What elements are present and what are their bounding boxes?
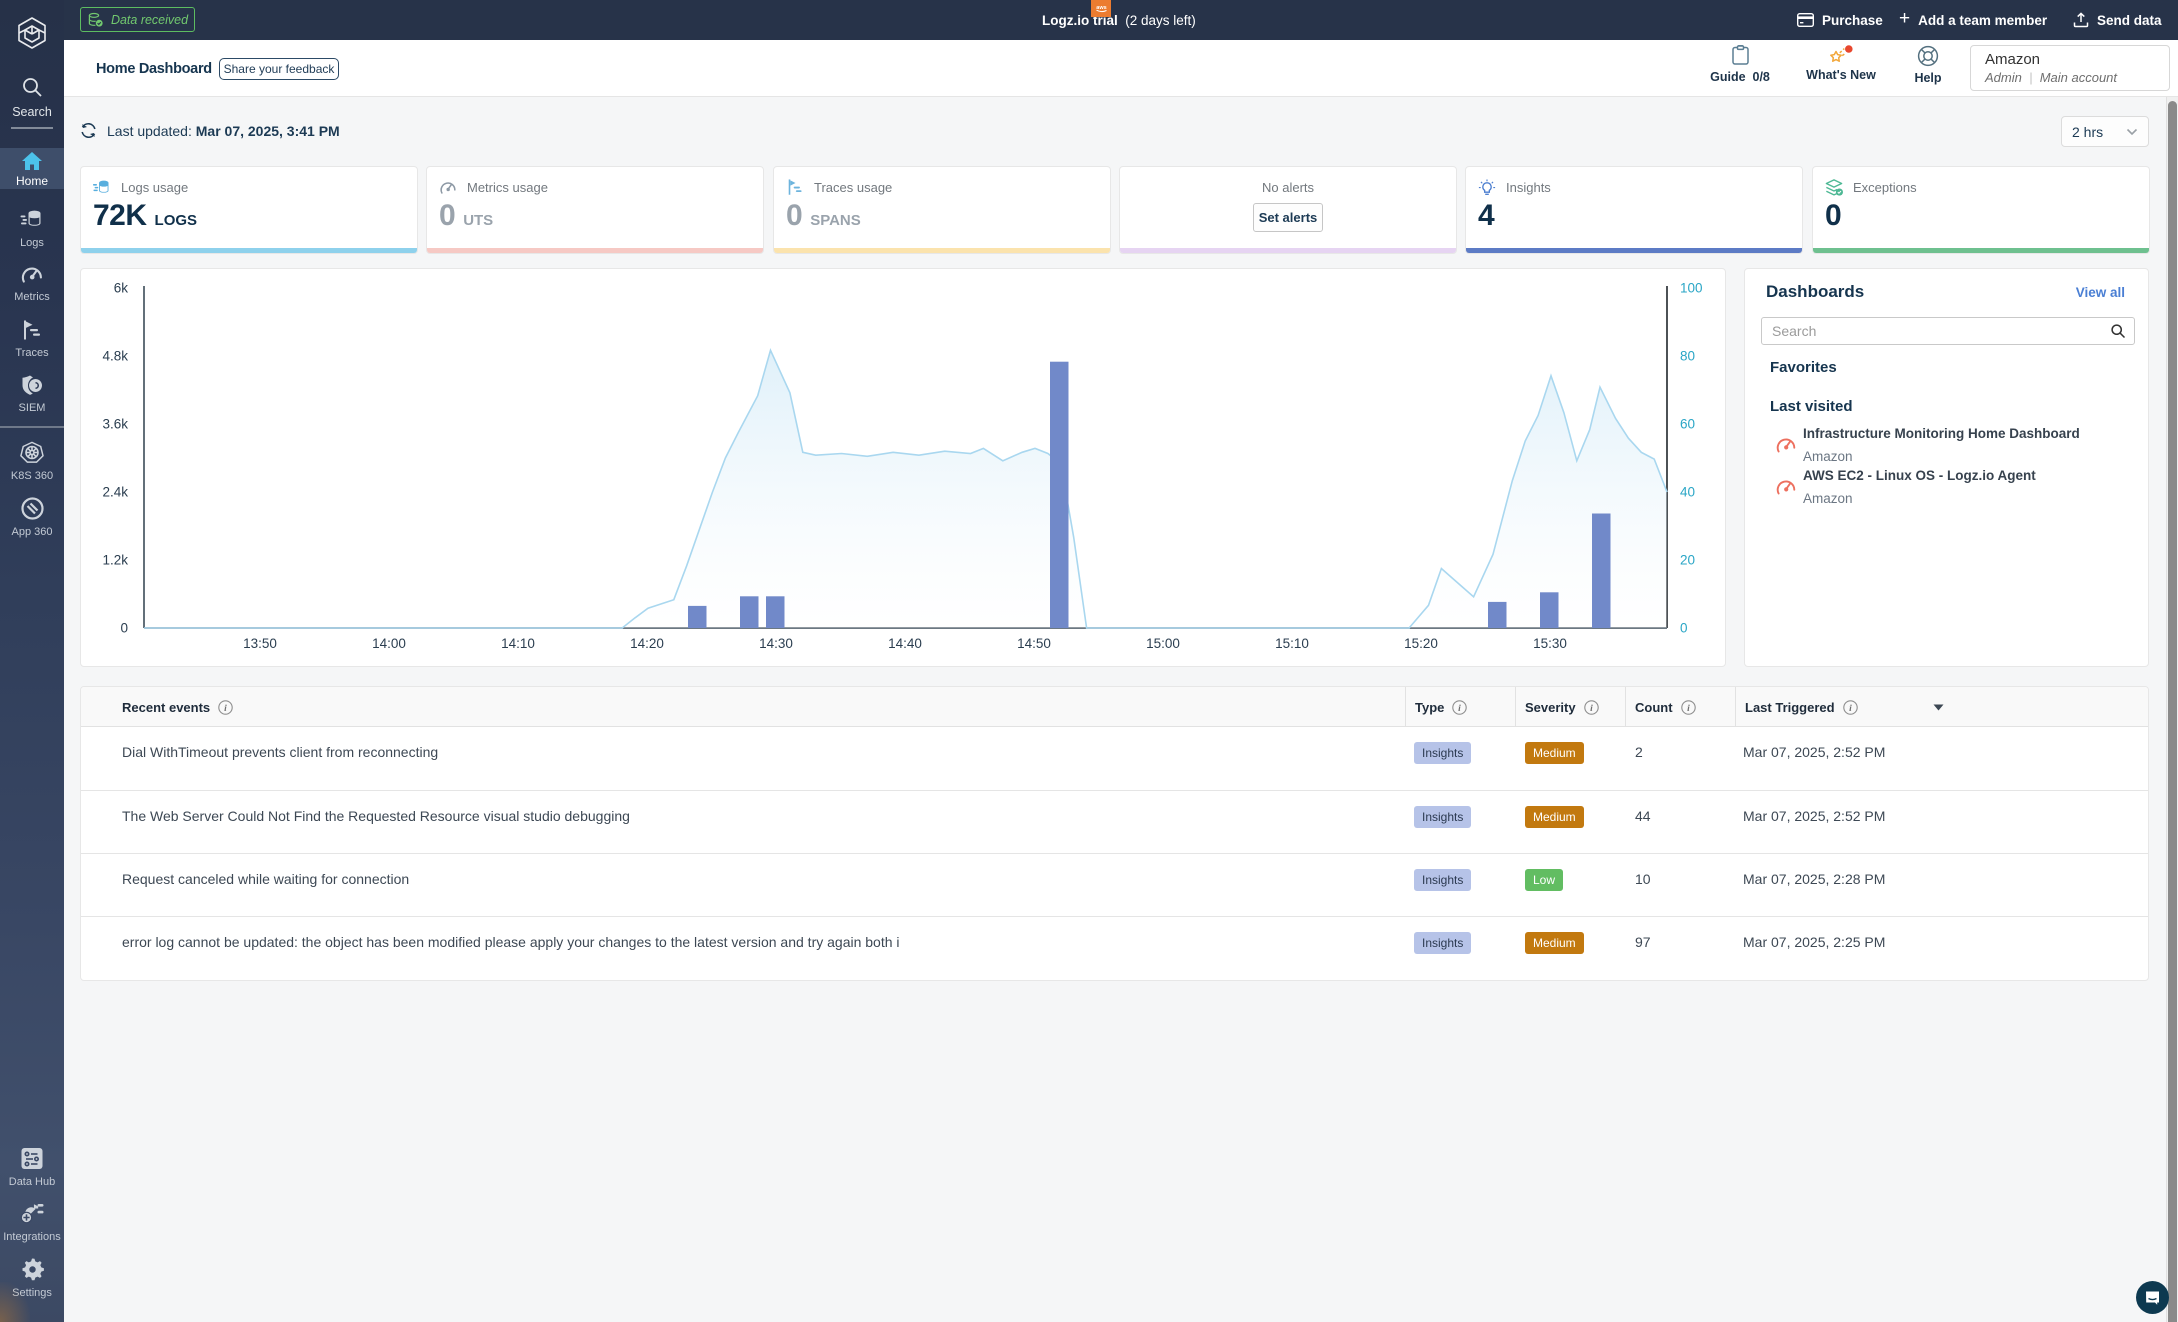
- svg-text:3.6k: 3.6k: [102, 417, 128, 432]
- svg-text:i: i: [1849, 704, 1852, 714]
- svg-text:20: 20: [1680, 553, 1695, 568]
- svg-text:aws: aws: [1096, 5, 1106, 11]
- svg-text:0: 0: [120, 621, 128, 636]
- svg-text:14:40: 14:40: [888, 636, 922, 651]
- svg-text:14:10: 14:10: [501, 636, 535, 651]
- svg-text:15:30: 15:30: [1533, 636, 1567, 651]
- svg-text:15:00: 15:00: [1146, 636, 1180, 651]
- svg-text:15:10: 15:10: [1275, 636, 1309, 651]
- svg-text:13:50: 13:50: [243, 636, 277, 651]
- svg-text:i: i: [1459, 704, 1462, 714]
- svg-text:0: 0: [1680, 621, 1688, 636]
- svg-text:i: i: [1687, 704, 1690, 714]
- svg-text:14:30: 14:30: [759, 636, 793, 651]
- svg-text:4.8k: 4.8k: [102, 349, 128, 364]
- svg-text:14:20: 14:20: [630, 636, 664, 651]
- svg-text:15:20: 15:20: [1404, 636, 1438, 651]
- svg-text:40: 40: [1680, 485, 1695, 500]
- svg-text:100: 100: [1680, 281, 1703, 296]
- svg-text:1.2k: 1.2k: [102, 553, 128, 568]
- svg-text:i: i: [1590, 704, 1593, 714]
- svg-text:i: i: [224, 704, 227, 714]
- svg-text:14:50: 14:50: [1017, 636, 1051, 651]
- svg-text:2.4k: 2.4k: [102, 485, 128, 500]
- svg-text:60: 60: [1680, 417, 1695, 432]
- svg-text:80: 80: [1680, 349, 1695, 364]
- svg-text:6k: 6k: [114, 281, 129, 296]
- svg-text:14:00: 14:00: [372, 636, 406, 651]
